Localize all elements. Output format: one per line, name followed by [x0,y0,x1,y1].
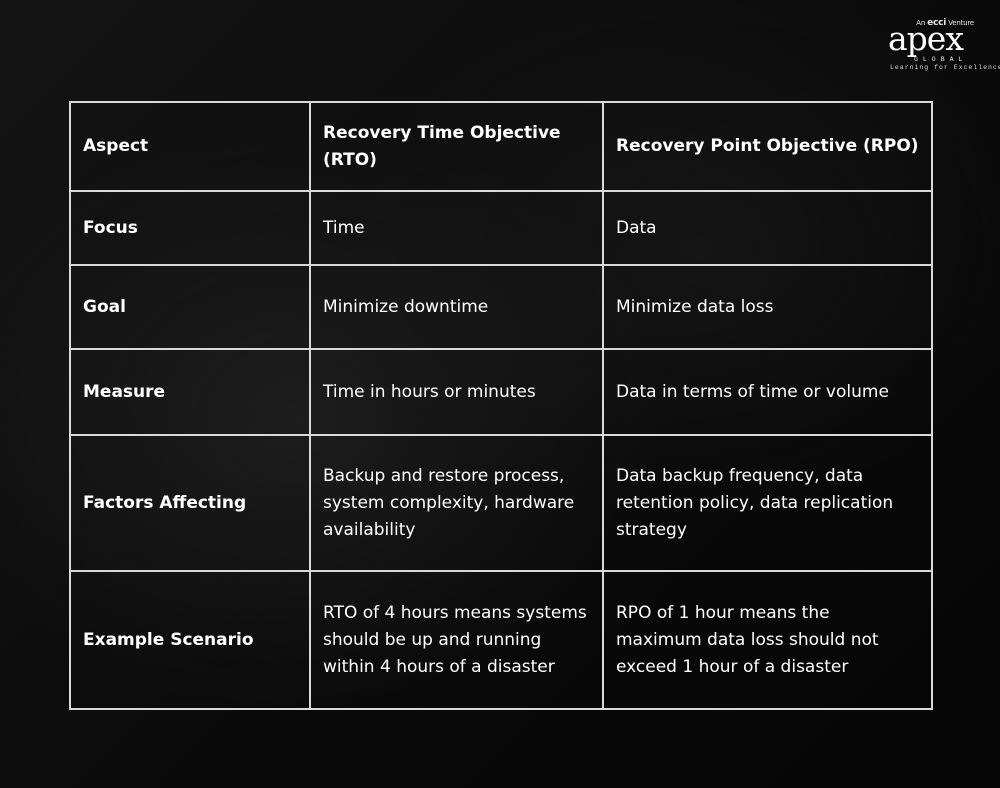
rto-cell: Time in hours or minutes [309,348,604,436]
aspect-cell: Measure [69,348,311,436]
rto-cell: RTO of 4 hours means systems should be u… [309,570,604,710]
rpo-cell: Data backup frequency, data retention po… [602,434,933,572]
rto-cell: Backup and restore process, system compl… [309,434,604,572]
table-row: Focus Time Data [69,190,933,266]
aspect-cell: Focus [69,190,311,266]
rto-rpo-comparison-table: Aspect Recovery Time Objective (RTO) Rec… [69,101,933,710]
table-row: Goal Minimize downtime Minimize data los… [69,264,933,350]
header-rpo: Recovery Point Objective (RPO) [602,101,933,192]
aspect-cell: Factors Affecting [69,434,311,572]
header-rto: Recovery Time Objective (RTO) [309,101,604,192]
rpo-cell: Data [602,190,933,266]
table-header-row: Aspect Recovery Time Objective (RTO) Rec… [69,101,933,192]
logo-sub: GLOBAL [914,56,968,63]
table-row: Measure Time in hours or minutes Data in… [69,348,933,436]
rpo-cell: Data in terms of time or volume [602,348,933,436]
aspect-cell: Goal [69,264,311,350]
logo-wordmark: apex [888,19,964,58]
rpo-cell: RPO of 1 hour means the maximum data los… [602,570,933,710]
table-row: Example Scenario RTO of 4 hours means sy… [69,570,933,710]
rto-cell: Time [309,190,604,266]
header-aspect: Aspect [69,101,311,192]
apex-global-logo: An ecci Venture apex GLOBAL Learning for… [884,18,1000,72]
rto-cell: Minimize downtime [309,264,604,350]
logo-slogan: Learning for Excellence [890,64,1000,71]
aspect-cell: Example Scenario [69,570,311,710]
table-row: Factors Affecting Backup and restore pro… [69,434,933,572]
rpo-cell: Minimize data loss [602,264,933,350]
